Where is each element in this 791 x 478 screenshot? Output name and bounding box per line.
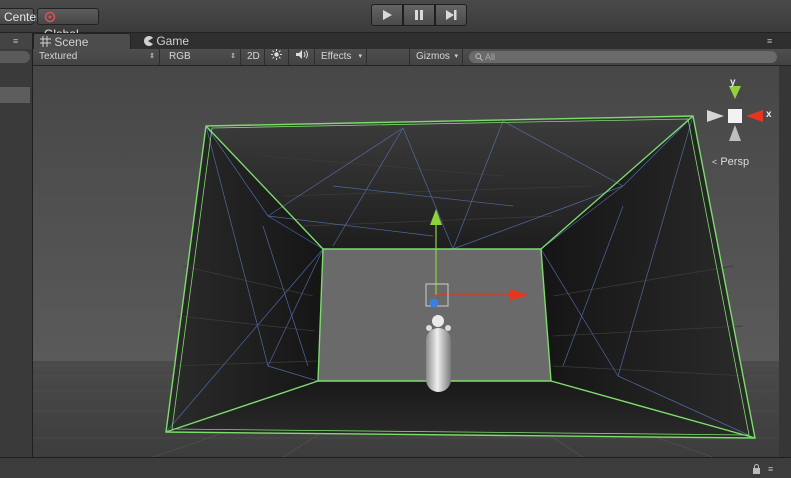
step-button[interactable] <box>435 4 467 26</box>
hierarchy-selected-row[interactable] <box>0 87 30 103</box>
projection-label: Persp <box>720 156 750 168</box>
dropdown-arrows-icon: ⇕ <box>230 53 236 60</box>
gizmos-dropdown[interactable]: Gizmos ▾ <box>409 49 463 65</box>
axis-x-label: x <box>766 109 772 120</box>
render-mode-dropdown[interactable]: RGB ⇕ <box>163 49 241 65</box>
pivot-rotation-button[interactable]: Global <box>37 8 99 41</box>
play-button[interactable] <box>371 4 403 26</box>
player-capsule[interactable] <box>426 328 451 392</box>
shading-mode-label: Textured <box>39 51 78 62</box>
2d-label: 2D <box>247 51 260 62</box>
search-placeholder: All <box>485 52 496 62</box>
orientation-center-cube[interactable] <box>728 109 742 123</box>
player-head <box>432 315 444 327</box>
effects-dropdown[interactable]: Effects ▾ <box>315 49 367 65</box>
axis-y-label: y <box>730 77 736 88</box>
shading-mode-dropdown[interactable]: Textured ⇕ <box>33 49 160 65</box>
gizmos-label: Gizmos <box>416 51 450 62</box>
effects-label: Effects <box>321 51 352 62</box>
render-mode-label: RGB <box>169 51 191 62</box>
tab-scene-label: Scene <box>54 35 89 49</box>
tab-game[interactable]: Game <box>137 33 207 49</box>
hierarchy-search-field[interactable] <box>0 51 30 63</box>
lighting-toggle[interactable] <box>265 49 289 65</box>
scene-render <box>33 66 779 457</box>
top-toolbar: Center Global <box>0 0 791 41</box>
bottom-panel-menu-icon[interactable]: ≡ <box>768 464 773 474</box>
scene-viewport[interactable] <box>33 66 779 457</box>
scene-panel-menu-icon[interactable]: ≡ <box>767 36 772 46</box>
speaker-icon <box>296 50 308 59</box>
tab-game-label: Game <box>156 34 190 48</box>
pivot-mode-label: Center <box>4 10 41 24</box>
grid-icon <box>40 36 51 47</box>
panel-menu-icon[interactable]: ≡ <box>13 36 18 46</box>
chevron-left-icon: < <box>712 157 718 167</box>
move-gizmo-z-handle[interactable] <box>429 298 439 308</box>
2d-toggle[interactable]: 2D <box>243 49 265 65</box>
pause-button[interactable] <box>403 4 435 26</box>
projection-toggle[interactable]: < Persp <box>712 156 749 168</box>
pause-icon <box>415 10 423 20</box>
bottom-panel-bar: ≡ <box>0 457 791 478</box>
step-icon <box>446 10 457 20</box>
search-icon <box>475 53 483 61</box>
scene-tab-row: Scene Game ≡ <box>33 33 791 49</box>
scene-search-input[interactable]: All <box>469 51 777 63</box>
scene-toolbar: Textured ⇕ RGB ⇕ 2D Effects ▾ Gizmos ▾ A… <box>33 49 791 66</box>
play-icon <box>383 10 392 20</box>
playback-controls <box>371 4 467 26</box>
chevron-down-icon: ▾ <box>358 53 362 60</box>
viewport-scroll-strip <box>779 66 791 457</box>
globe-icon <box>44 11 56 23</box>
pacman-icon <box>144 36 153 46</box>
lock-icon[interactable] <box>752 464 761 474</box>
player-ear-left <box>426 325 432 331</box>
player-ear-right <box>445 325 451 331</box>
hierarchy-panel: ≡ <box>0 33 33 457</box>
dropdown-arrows-icon: ⇕ <box>149 53 155 60</box>
tab-scene[interactable]: Scene <box>33 33 131 49</box>
pivot-mode-button[interactable]: Center <box>0 8 40 25</box>
chevron-down-icon: ▾ <box>454 53 458 60</box>
audio-toggle[interactable] <box>289 49 315 65</box>
sun-icon <box>271 49 282 60</box>
